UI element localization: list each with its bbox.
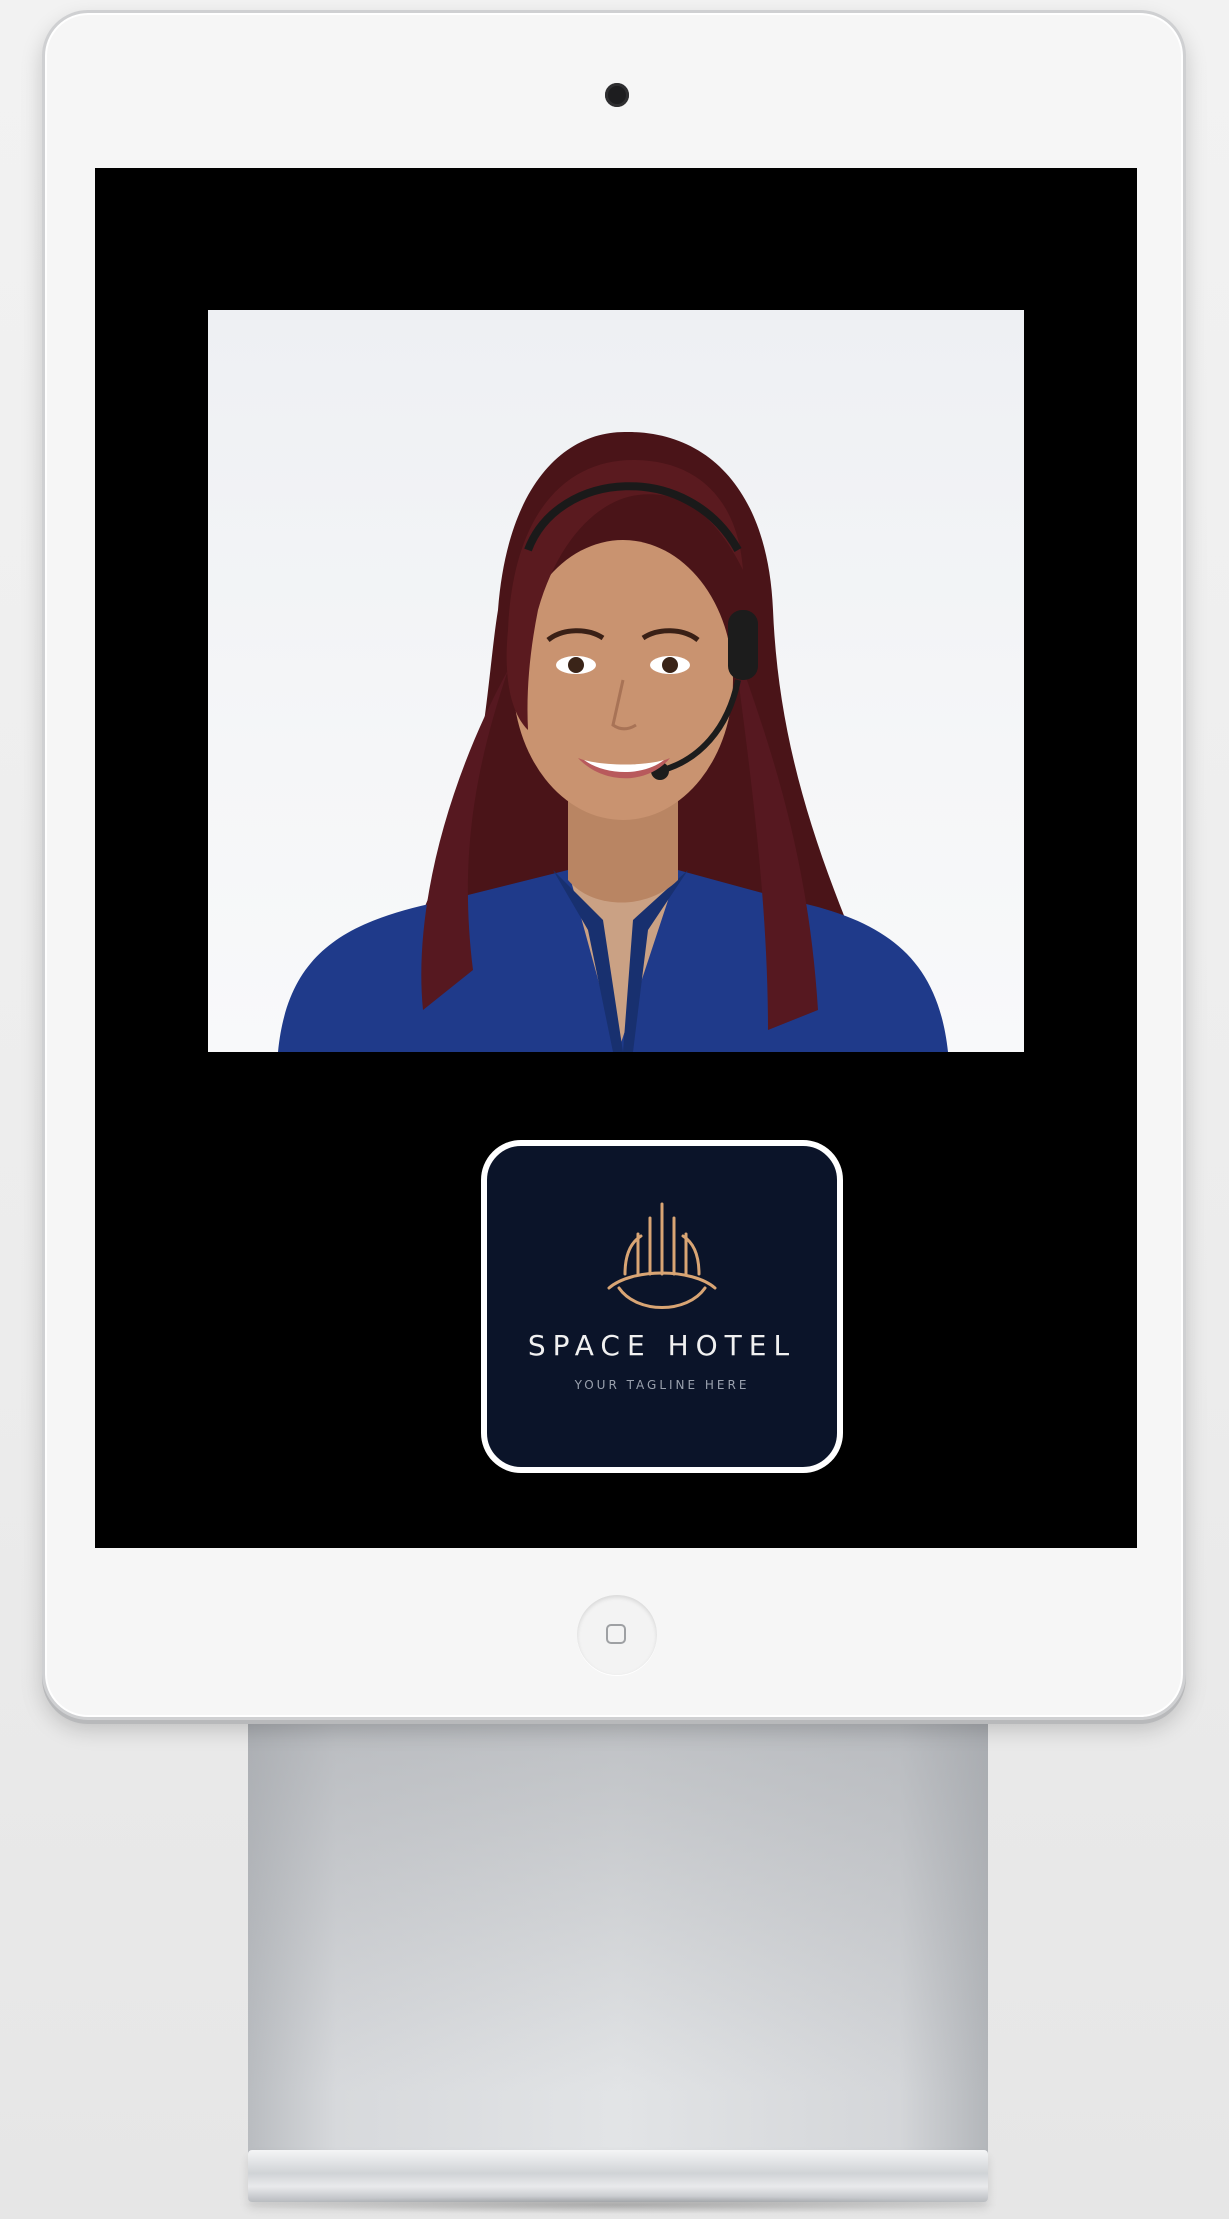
tablet-device: SPACE HOTEL YOUR TAGLINE HERE xyxy=(42,10,1186,1720)
agent-portrait xyxy=(278,431,948,1052)
stand-shadow xyxy=(230,2196,1006,2214)
agent-video-feed xyxy=(208,310,1024,1052)
home-button-icon xyxy=(606,1624,626,1644)
brand-name: SPACE HOTEL xyxy=(527,1329,797,1362)
hotel-building-emblem-icon xyxy=(607,1202,717,1309)
hotel-logo-tile: SPACE HOTEL YOUR TAGLINE HERE xyxy=(481,1140,843,1473)
kiosk-stand xyxy=(248,1712,988,2187)
brand-tagline: YOUR TAGLINE HERE xyxy=(574,1378,750,1392)
kiosk-screen: SPACE HOTEL YOUR TAGLINE HERE xyxy=(95,168,1137,1548)
home-button[interactable] xyxy=(577,1595,657,1675)
front-camera-icon xyxy=(605,83,629,107)
kiosk-stand-base xyxy=(248,2150,988,2202)
